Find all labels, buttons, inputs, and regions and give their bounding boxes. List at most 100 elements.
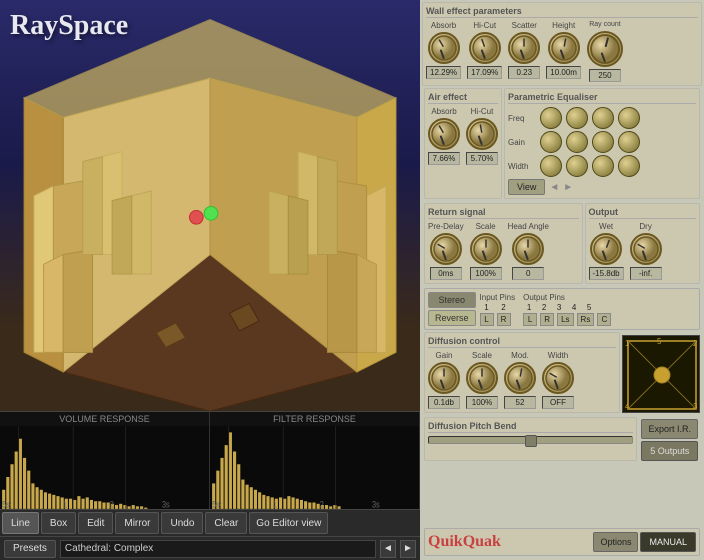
output-pin-char5: C: [597, 313, 611, 326]
headangle-knob[interactable]: [512, 233, 544, 265]
eq-freq-knob2[interactable]: [566, 107, 588, 129]
scatter-knob[interactable]: [508, 32, 540, 64]
eq-gain-knob4[interactable]: [618, 131, 640, 153]
edit-button[interactable]: Edit: [78, 512, 113, 534]
diff-width-knob[interactable]: [542, 362, 574, 394]
box-button[interactable]: Box: [41, 512, 76, 534]
scatter-value: 0.23: [508, 66, 540, 79]
scene-svg: [0, 0, 420, 411]
line-button[interactable]: Line: [2, 512, 39, 534]
height-knob[interactable]: [548, 32, 580, 64]
output-title: Output: [589, 207, 697, 219]
eq-freq-knob1[interactable]: [540, 107, 562, 129]
output-pin-num1: 1: [523, 303, 535, 312]
diff-scale-label: Scale: [472, 351, 492, 360]
dry-knob[interactable]: [630, 233, 662, 265]
preset-next-button[interactable]: ►: [400, 540, 416, 558]
output-pins-section: Output Pins 1 2 3 4 5 L R Ls Rs C: [523, 293, 611, 326]
diff-scale-value: 100%: [466, 396, 498, 409]
output-pin-numbers: 1 2 3 4 5: [523, 303, 611, 312]
svg-text:2: 2: [693, 339, 698, 348]
eq-gain-row: Gain: [508, 131, 696, 153]
eq-view-button[interactable]: View: [508, 179, 545, 195]
height-value: 10.00m: [546, 66, 581, 79]
svg-text:1: 1: [63, 500, 67, 509]
logo-quik: Quik: [428, 533, 463, 550]
eq-freq-knob3[interactable]: [592, 107, 614, 129]
preset-prev-button[interactable]: ◄: [380, 540, 396, 558]
scale-knob[interactable]: [470, 233, 502, 265]
right-panel: Wall effect parameters Absorb 12.29% Hi-…: [420, 0, 704, 560]
diff-scale-knob[interactable]: [466, 362, 498, 394]
options-button[interactable]: Options: [593, 532, 638, 552]
export-ir-button[interactable]: Export I.R.: [641, 419, 698, 439]
absorb-knob[interactable]: [428, 32, 460, 64]
diff-scale-group: Scale 100%: [466, 351, 498, 409]
eq-width-knob4[interactable]: [618, 155, 640, 177]
diff-gain-label: Gain: [436, 351, 453, 360]
headangle-value: 0: [512, 267, 544, 280]
eq-gain-label: Gain: [508, 138, 536, 147]
absorb-knob-group: Absorb 12.29%: [426, 21, 461, 79]
wall-knobs-container: Absorb 12.29% Hi-Cut 17.09%: [426, 21, 698, 82]
output-pin-num2: 2: [538, 303, 550, 312]
output-pin-char3: Ls: [557, 313, 573, 326]
undo-button[interactable]: Undo: [161, 512, 203, 534]
volume-graph-canvas: 5s: 1 2 3s: [0, 426, 209, 509]
reverse-button[interactable]: Reverse: [428, 310, 476, 326]
output-pin-char2: R: [540, 313, 554, 326]
output-section: Output Wet -15.8db Dry: [585, 203, 701, 284]
wet-knob[interactable]: [590, 233, 622, 265]
pitch-bend-slider[interactable]: [428, 436, 633, 444]
air-hicut-knob[interactable]: [466, 118, 498, 150]
mode-buttons: Stereo Reverse: [428, 292, 476, 326]
output-pin-char1: L: [523, 313, 537, 326]
output-pin-char4: Rs: [577, 313, 595, 326]
air-absorb-label: Absorb: [431, 107, 456, 116]
raycount-knob-group: Ray count 250: [587, 21, 623, 82]
hicut-knob[interactable]: [469, 32, 501, 64]
diff-width-value: OFF: [542, 396, 574, 409]
graphs-area: VOLUME RESPONSE: [0, 411, 420, 509]
input-pins-section: Input Pins 1 2 L R: [480, 293, 516, 326]
mirror-button[interactable]: Mirror: [115, 512, 159, 534]
svg-text:1: 1: [625, 339, 630, 348]
pitch-bend-section: Diffusion Pitch Bend: [424, 417, 637, 461]
predelay-value: 0ms: [430, 267, 462, 280]
go-editor-button[interactable]: Go Editor view: [249, 512, 328, 534]
raycount-knob[interactable]: [587, 31, 623, 67]
output-knobs: Wet -15.8db Dry -inf.: [589, 222, 697, 280]
scale-group: Scale 100%: [470, 222, 502, 280]
eq-gain-knob3[interactable]: [592, 131, 614, 153]
viewport-3d: RaySpace: [0, 0, 420, 411]
eq-gain-knob2[interactable]: [566, 131, 588, 153]
filter-graph-panel: FILTER RESPONSE: [210, 412, 420, 509]
eq-width-knob1[interactable]: [540, 155, 562, 177]
diff-gain-group: Gain 0.1db: [428, 351, 460, 409]
presets-button[interactable]: Presets: [4, 540, 56, 558]
stereo-button[interactable]: Stereo: [428, 292, 476, 308]
diff-mod-knob[interactable]: [504, 362, 536, 394]
pitch-bend-thumb[interactable]: [525, 435, 537, 447]
clear-button[interactable]: Clear: [205, 512, 247, 534]
outputs-button[interactable]: 5 Outputs: [641, 441, 698, 461]
output-pin-num4: 4: [568, 303, 580, 312]
absorb-value: 12.29%: [426, 66, 461, 79]
eq-gain-knob1[interactable]: [540, 131, 562, 153]
predelay-knob[interactable]: [430, 233, 462, 265]
svg-text:3: 3: [693, 402, 698, 411]
export-buttons: Export I.R. 5 Outputs: [639, 417, 700, 463]
return-signal-section: Return signal Pre-Delay 0ms Scale: [424, 203, 583, 284]
manual-button[interactable]: MANUAL: [640, 532, 696, 552]
eq-width-knob2[interactable]: [566, 155, 588, 177]
wall-effect-section: Wall effect parameters Absorb 12.29% Hi-…: [422, 2, 702, 86]
diff-gain-knob[interactable]: [428, 362, 460, 394]
output-pin-num3: 3: [553, 303, 565, 312]
diff-width-label: Width: [548, 351, 568, 360]
eq-width-knob3[interactable]: [592, 155, 614, 177]
eq-width-label: Width: [508, 162, 536, 171]
eq-freq-knob4[interactable]: [618, 107, 640, 129]
logo-quak: Quak: [463, 533, 501, 550]
air-absorb-knob[interactable]: [428, 118, 460, 150]
hicut-label: Hi-Cut: [473, 21, 496, 30]
